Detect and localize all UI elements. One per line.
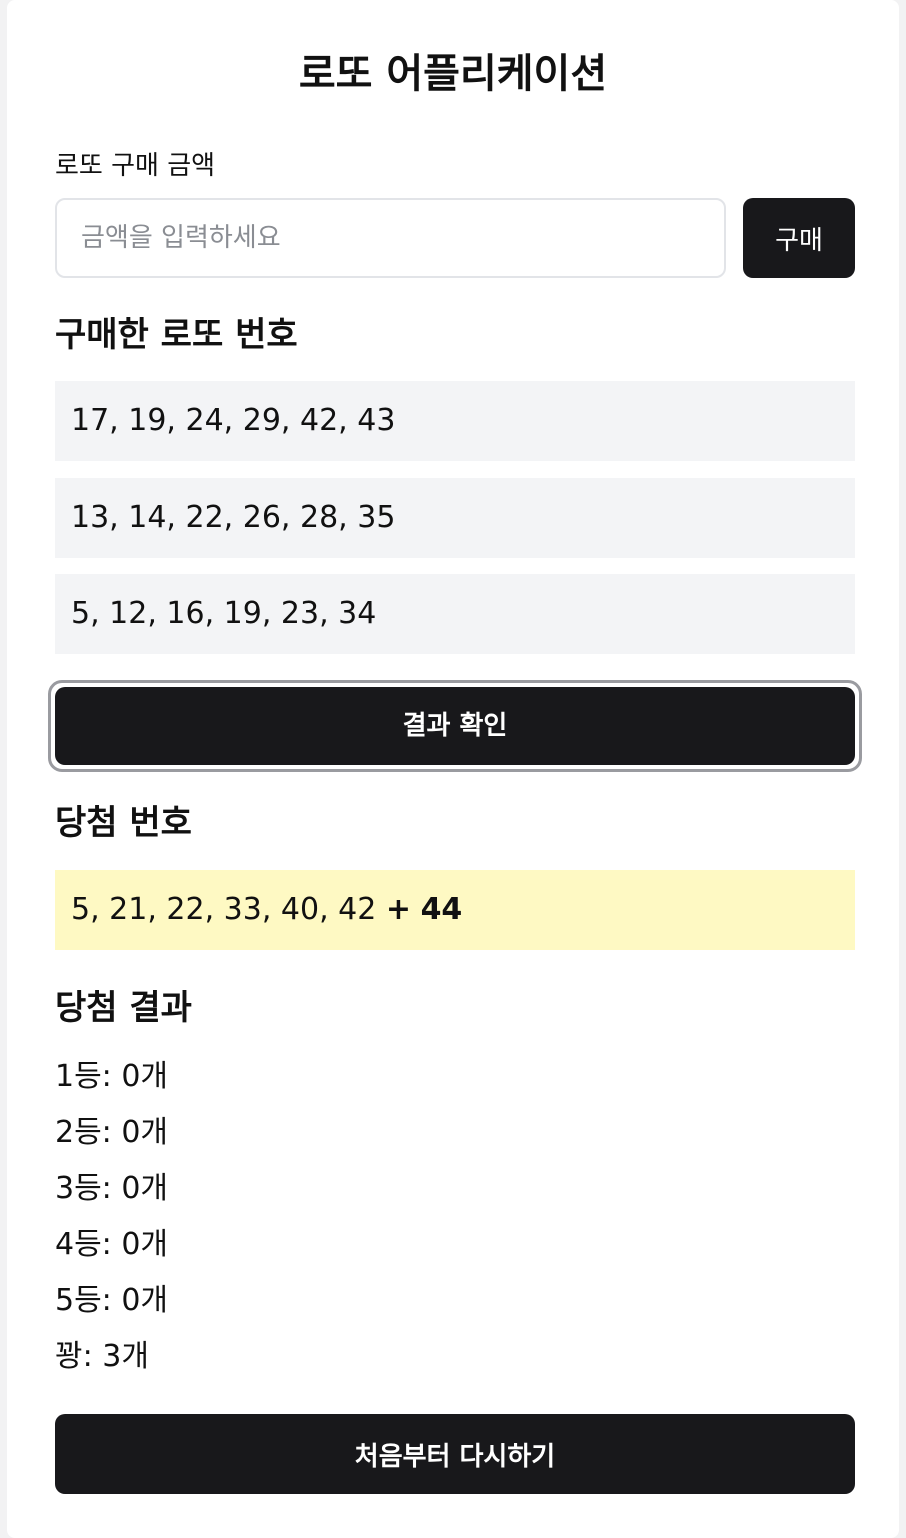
page-title: 로또 어플리케이션	[298, 51, 608, 97]
purchase-amount-input[interactable]	[55, 198, 726, 278]
bonus-separator: +	[385, 892, 412, 927]
winning-numbers-box: 5, 21, 22, 33, 40, 42 + 44	[55, 870, 855, 950]
result-rank-2: 2등: 0개	[55, 1115, 169, 1150]
winning-numbers: 5, 21, 22, 33, 40, 42	[71, 892, 377, 927]
bonus-number: 44	[420, 892, 463, 927]
result-miss: 꽝: 3개	[55, 1339, 149, 1374]
winning-numbers-heading: 당첨 번호	[55, 803, 192, 843]
result-rank-5: 5등: 0개	[55, 1283, 169, 1318]
purchased-tickets-heading: 구매한 로또 번호	[55, 315, 298, 355]
buy-button[interactable]: 구매	[743, 198, 855, 278]
winning-results-heading: 당첨 결과	[55, 988, 192, 1028]
result-rank-3: 3등: 0개	[55, 1171, 169, 1206]
purchase-amount-label: 로또 구매 금액	[55, 151, 216, 181]
restart-button[interactable]: 처음부터 다시하기	[55, 1414, 855, 1494]
result-rank-4: 4등: 0개	[55, 1227, 169, 1262]
ticket-row: 17, 19, 24, 29, 42, 43	[55, 381, 855, 461]
check-result-button-label: 결과 확인	[55, 687, 855, 765]
ticket-row: 5, 12, 16, 19, 23, 34	[55, 574, 855, 654]
ticket-row: 13, 14, 22, 26, 28, 35	[55, 478, 855, 558]
check-result-button[interactable]: 결과 확인	[48, 680, 862, 772]
result-rank-1: 1등: 0개	[55, 1059, 169, 1094]
